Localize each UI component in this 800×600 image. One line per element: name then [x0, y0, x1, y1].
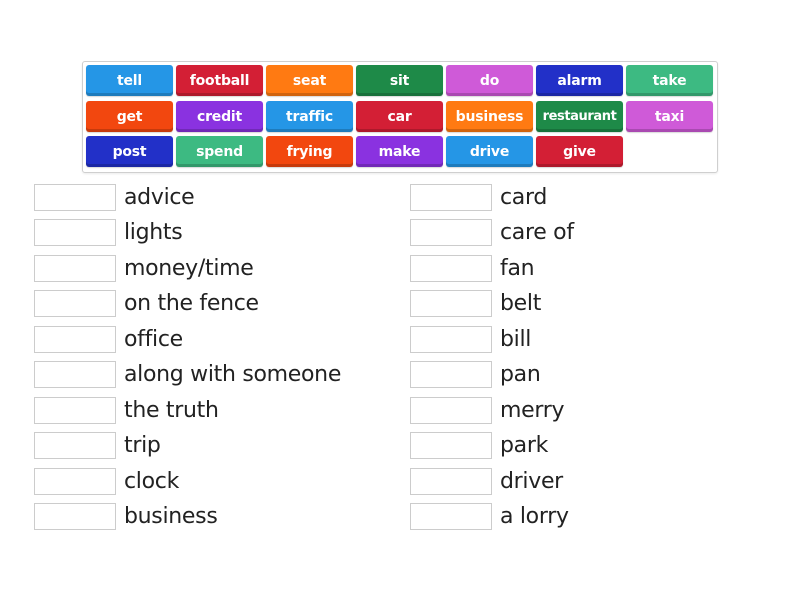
answer-drop-box[interactable] [34, 467, 116, 495]
match-row: bill [410, 325, 531, 353]
match-row: clock [34, 467, 179, 495]
word-tile[interactable]: traffic [266, 101, 353, 132]
match-row: on the fence [34, 290, 259, 318]
word-tile[interactable]: spend [176, 136, 263, 167]
phrase-label: business [124, 504, 218, 529]
word-tile[interactable]: post [86, 136, 173, 167]
answer-drop-box[interactable] [410, 290, 492, 317]
phrase-label: lights [124, 220, 183, 245]
phrase-label: bill [500, 326, 532, 352]
answer-drop-box[interactable] [34, 432, 116, 459]
answer-drop-box[interactable] [34, 254, 116, 282]
word-tile[interactable]: drive [446, 136, 533, 167]
word-tile[interactable]: take [626, 65, 713, 96]
phrase-label: on the fence [124, 291, 259, 316]
word-tile[interactable]: restaurant [536, 101, 623, 132]
match-row: driver [410, 467, 563, 495]
phrase-label: a lorry [500, 504, 569, 529]
word-tile[interactable]: sit [356, 65, 443, 96]
answer-drop-box[interactable] [410, 325, 492, 353]
answer-drop-box[interactable] [410, 396, 492, 424]
phrase-label: advice [124, 184, 195, 210]
match-row: merry [410, 396, 565, 424]
answer-drop-box[interactable] [34, 503, 116, 530]
answer-drop-box[interactable] [410, 254, 492, 282]
answer-drop-box[interactable] [34, 361, 116, 388]
phrase-label: office [124, 326, 183, 352]
phrase-label: money/time [124, 255, 254, 281]
word-tile[interactable]: frying [266, 136, 353, 167]
match-row: pan [410, 361, 541, 389]
word-tile[interactable]: taxi [626, 101, 713, 132]
answer-drop-box[interactable] [410, 503, 492, 530]
answer-drop-box[interactable] [34, 325, 116, 353]
phrase-label: trip [124, 433, 161, 458]
word-tile[interactable]: get [86, 101, 173, 132]
match-row: belt [410, 290, 541, 318]
match-row: fan [410, 254, 535, 282]
match-row: the truth [34, 396, 219, 424]
phrase-label: care of [500, 220, 574, 245]
word-tile[interactable]: make [356, 136, 443, 167]
answer-drop-box[interactable] [34, 290, 116, 317]
match-row: lights [34, 219, 183, 247]
phrase-label: fan [500, 255, 535, 281]
answer-drop-box[interactable] [34, 396, 116, 424]
word-tile[interactable]: alarm [536, 65, 623, 96]
answer-drop-box[interactable] [410, 183, 492, 211]
match-row: a lorry [410, 503, 569, 531]
phrase-label: clock [124, 468, 180, 494]
answer-drop-box[interactable] [34, 219, 116, 246]
match-row: along with someone [34, 361, 341, 389]
phrase-label: driver [500, 468, 563, 494]
word-tile[interactable]: give [536, 136, 623, 167]
match-row: card [410, 183, 547, 211]
match-row: care of [410, 219, 574, 247]
phrase-label: park [500, 433, 549, 458]
match-row: office [34, 325, 183, 353]
word-tile[interactable]: do [446, 65, 533, 96]
phrase-label: the truth [124, 397, 219, 423]
answer-drop-box[interactable] [410, 361, 492, 388]
word-tile[interactable]: seat [266, 65, 353, 96]
phrase-label: pan [500, 362, 541, 387]
answer-drop-box[interactable] [34, 183, 116, 211]
match-row: trip [34, 432, 161, 460]
word-tile[interactable]: business [446, 101, 533, 132]
match-row: business [34, 503, 218, 531]
word-tile[interactable]: credit [176, 101, 263, 132]
word-tile[interactable]: car [356, 101, 443, 132]
phrase-label: belt [500, 291, 542, 316]
match-row: park [410, 432, 548, 460]
answer-drop-box[interactable] [410, 467, 492, 495]
answer-drop-box[interactable] [410, 432, 492, 459]
phrase-label: merry [500, 397, 565, 423]
phrase-label: along with someone [124, 362, 342, 387]
match-row: advice [34, 183, 195, 211]
word-tile[interactable]: football [176, 65, 263, 96]
phrase-label: card [500, 184, 548, 210]
answer-drop-box[interactable] [410, 219, 492, 246]
word-tile[interactable]: tell [86, 65, 173, 96]
match-row: money/time [34, 254, 254, 282]
